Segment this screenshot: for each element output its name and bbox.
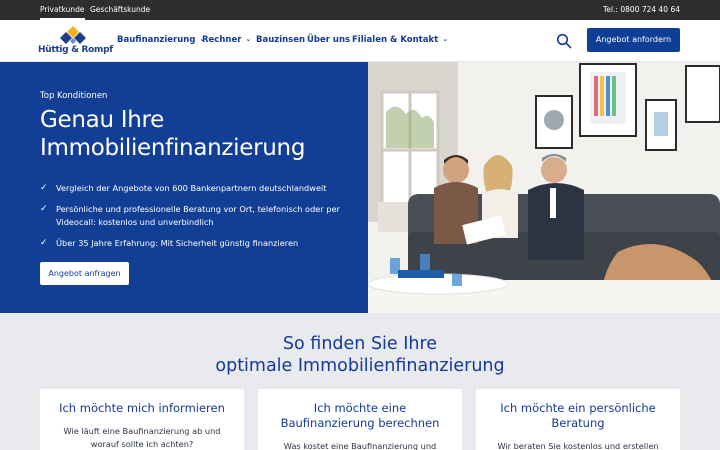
hero-photo [368,62,720,313]
section-title-line-1: So finden Sie Ihre [282,334,438,354]
benefit-text: Vergleich der Angebote von 600 Bankenpar… [56,183,327,193]
request-offer-hero-button[interactable]: Angebot anfragen [40,262,129,285]
nav-label: Bauzinsen [256,35,306,45]
hero-kicker: Top Konditionen [40,91,108,101]
consultation-photo [368,62,720,313]
list-item: ✓ Persönliche und professionelle Beratun… [40,203,350,229]
request-offer-button[interactable]: Angebot anfordern [587,28,680,52]
checkmark-icon: ✓ [40,183,48,193]
section-title-line-2: optimale Immobilienfinanzierung [215,356,505,376]
list-item: ✓ Über 35 Jahre Erfahrung: Mit Sicherhei… [40,237,350,250]
finder-section: So finden Sie Ihre optimale Immobilienfi… [0,313,720,450]
chevron-down-icon: ⌄ [245,35,252,43]
checkmark-icon: ✓ [40,204,48,214]
hero: Top Konditionen Genau Ihre Immobilienfin… [0,62,720,313]
card-title: Ich möchte ein persönliche Beratung [500,401,656,430]
card-consultation[interactable]: Ich möchte ein persönliche Beratung Wir … [476,389,680,450]
nav-ueber-uns[interactable]: Über uns [307,20,350,62]
logo-wordmark: Hüttig & Rompf [38,45,113,55]
card-text: Wir beraten Sie kostenlos und erstellen … [497,441,659,450]
hero-panel: Top Konditionen Genau Ihre Immobilienfin… [0,62,368,313]
card-text: Was kostet eine Baufinanzierung und was [283,441,437,450]
nav-label: Über uns [307,35,351,45]
tab-geschaeftskunde[interactable]: Geschäftskunde [90,0,150,20]
benefit-text: Über 35 Jahre Erfahrung: Mit Sicherheit … [56,238,299,248]
nav-rechner[interactable]: Rechner ⌄ [202,20,251,62]
brand-logo[interactable]: Hüttig & Rompf [38,26,113,58]
nav-baufinanzierung[interactable]: Baufinanzierung ⌄ [117,20,205,62]
section-title: So finden Sie Ihre optimale Immobilienfi… [0,333,720,377]
card-text: Wie läuft eine Baufinanzierung ab und wo… [63,426,221,449]
nav-label: Filialen & Kontakt [352,35,439,45]
main-header: Hüttig & Rompf Baufinanzierung ⌄ Rechner ⌄… [0,20,720,62]
hero-benefit-list: ✓ Vergleich der Angebote von 600 Bankenp… [40,182,350,258]
checkmark-icon: ✓ [40,238,48,248]
nav-filialen-kontakt[interactable]: Filialen & Kontakt ⌄ [352,20,448,62]
chevron-down-icon: ⌄ [442,35,449,43]
benefit-text: Persönliche und professionelle Beratung … [56,204,340,227]
list-item: ✓ Vergleich der Angebote von 600 Bankenp… [40,182,350,195]
nav-label: Baufinanzierung [117,35,196,45]
nav-label: Rechner [202,35,242,45]
hero-title: Genau Ihre Immobilienfinanzierung [40,107,306,161]
card-title: Ich möchte eine Baufinanzierung berechne… [280,401,440,430]
card-calculate[interactable]: Ich möchte eine Baufinanzierung berechne… [258,389,462,450]
phone-link[interactable]: Tel.: 0800 724 40 64 [603,0,680,20]
card-title: Ich möchte mich informieren [59,401,225,415]
logo-mark-icon [60,26,86,44]
search-icon[interactable] [556,33,572,49]
tab-privatkunde[interactable]: Privatkunde [40,0,85,20]
nav-bauzinsen[interactable]: Bauzinsen [256,20,305,62]
card-inform[interactable]: Ich möchte mich informieren Wie läuft ei… [40,389,244,450]
top-bar: Privatkunde Geschäftskunde Tel.: 0800 72… [0,0,720,20]
